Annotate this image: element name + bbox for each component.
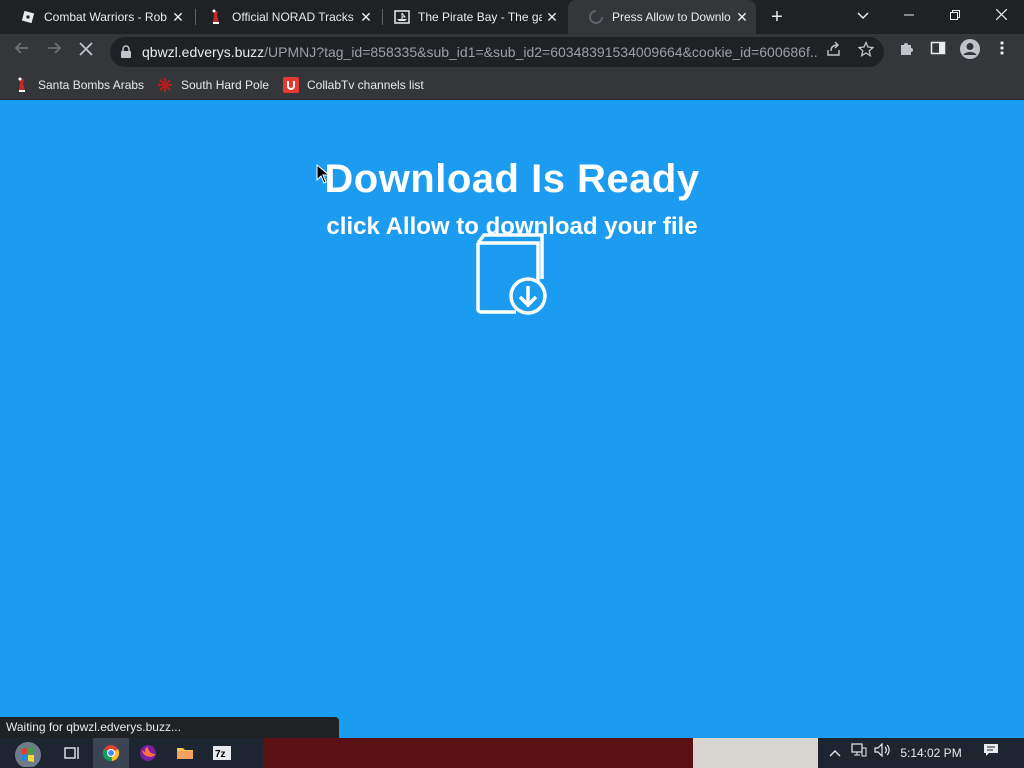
url-host: qbwzl.edverys.buzz: [142, 44, 265, 60]
tab-pirate-bay[interactable]: The Pirate Bay - The ga ✕: [374, 0, 566, 34]
start-button[interactable]: [6, 738, 50, 768]
task-view-icon[interactable]: [54, 738, 90, 768]
file-download-icon: [472, 231, 552, 316]
collabtv-icon: [283, 77, 299, 93]
restore-button[interactable]: [932, 0, 978, 30]
new-tab-button[interactable]: +: [766, 6, 788, 28]
taskbar-background-image: [263, 738, 693, 768]
file-explorer-icon[interactable]: [167, 738, 203, 768]
bookmark-label: South Hard Pole: [181, 78, 270, 92]
snowflake-icon: [157, 77, 173, 93]
mouse-cursor-icon: [316, 163, 331, 184]
url-path: /UPMNJ?tag_id=858335&sub_id1=&sub_id2=60…: [264, 44, 817, 60]
address-bar[interactable]: qbwzl.edverys.buzz/UPMNJ?tag_id=858335&s…: [110, 37, 884, 67]
url-text[interactable]: qbwzl.edverys.buzz/UPMNJ?tag_id=858335&s…: [142, 44, 817, 60]
close-tab-icon[interactable]: ✕: [358, 9, 374, 25]
close-window-button[interactable]: [978, 0, 1024, 30]
bookmark-south-hard-pole[interactable]: South Hard Pole: [157, 76, 269, 94]
tab-title: Combat Warriors - Rob: [44, 10, 167, 24]
tab-norad-tracks[interactable]: Official NORAD Tracks ✕: [188, 0, 380, 34]
firefox-taskbar-icon[interactable]: [130, 738, 166, 768]
extensions-icon[interactable]: [892, 38, 920, 66]
volume-icon[interactable]: [872, 738, 894, 768]
back-button[interactable]: [8, 38, 36, 66]
svg-text:7z: 7z: [215, 749, 226, 760]
browser-toolbar: qbwzl.edverys.buzz/UPMNJ?tag_id=858335&s…: [0, 34, 1024, 70]
status-bubble: Waiting for qbwzl.edverys.buzz...: [0, 717, 339, 738]
tab-combat-warriors[interactable]: Combat Warriors - Rob ✕: [0, 0, 192, 34]
roblox-icon: [20, 9, 36, 25]
bookmark-label: CollabTv channels list: [307, 78, 424, 92]
profile-avatar-icon[interactable]: [956, 38, 984, 66]
santa-icon: [14, 77, 30, 93]
tab-search-icon[interactable]: [840, 0, 886, 30]
santa-icon: [208, 9, 224, 25]
stop-loading-button[interactable]: [72, 38, 100, 66]
clock[interactable]: 5:14:02 PM: [898, 738, 964, 768]
close-tab-icon[interactable]: ✕: [544, 9, 560, 25]
bookmarks-bar: Santa Bombs Arabs South Hard Pole Collab…: [0, 70, 1024, 100]
chrome-taskbar-icon[interactable]: [93, 738, 129, 768]
network-icon[interactable]: [848, 738, 870, 768]
tab-strip: Combat Warriors - Rob ✕ Official NORAD T…: [0, 0, 1024, 34]
minimize-button[interactable]: [886, 0, 932, 30]
bookmark-santa-bombs-arabs[interactable]: Santa Bombs Arabs: [14, 76, 144, 94]
bookmark-collabtv-channels-list[interactable]: CollabTv channels list: [283, 76, 424, 94]
lock-icon[interactable]: [120, 45, 132, 59]
tab-title: Press Allow to Downlo: [612, 10, 731, 24]
side-panel-icon[interactable]: [924, 38, 952, 66]
taskbar-background-image: [693, 738, 818, 768]
notifications-icon[interactable]: [980, 738, 1002, 768]
pirate-ship-icon: [394, 9, 410, 25]
share-icon[interactable]: [822, 40, 846, 64]
loading-spinner-icon: [588, 9, 604, 25]
menu-icon[interactable]: [988, 38, 1016, 66]
download-ready-heading: Download Is Ready: [324, 157, 700, 201]
tab-title: Official NORAD Tracks: [232, 10, 354, 24]
tab-press-allow[interactable]: Press Allow to Downlo ✕: [568, 0, 756, 34]
show-hidden-icons-button[interactable]: [824, 738, 846, 768]
bookmark-star-icon[interactable]: [854, 40, 878, 64]
page-content: Download Is Ready click Allow to downloa…: [0, 101, 1024, 738]
forward-button[interactable]: [40, 38, 68, 66]
7zip-icon[interactable]: 7z: [204, 738, 240, 768]
close-tab-icon[interactable]: ✕: [734, 9, 750, 25]
tab-title: The Pirate Bay - The ga: [418, 10, 542, 24]
bookmark-label: Santa Bombs Arabs: [38, 78, 145, 92]
close-tab-icon[interactable]: ✕: [170, 9, 186, 25]
